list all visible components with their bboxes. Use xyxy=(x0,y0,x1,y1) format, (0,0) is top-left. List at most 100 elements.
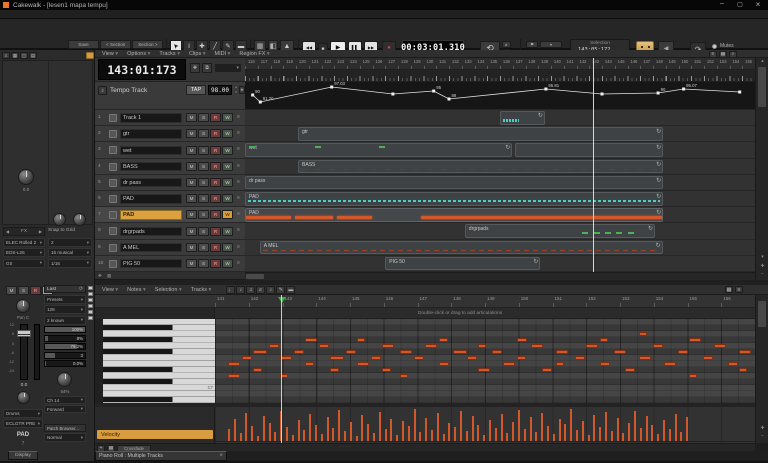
send2-knob[interactable] xyxy=(73,213,86,226)
velocity-bar[interactable] xyxy=(263,416,265,441)
track-6-w-button[interactable]: W xyxy=(222,194,233,203)
velocity-bar[interactable] xyxy=(390,419,392,441)
tempo-node[interactable] xyxy=(391,93,394,96)
velocity-bar[interactable] xyxy=(605,412,607,441)
track-2-s-button[interactable]: S xyxy=(198,129,209,138)
velocity-bar[interactable] xyxy=(356,436,358,441)
midi-note[interactable] xyxy=(371,356,381,361)
midi-note[interactable] xyxy=(664,362,676,367)
track-3-s-button[interactable]: S xyxy=(198,146,209,155)
velocity-bar[interactable] xyxy=(530,417,532,441)
inspector-m-button[interactable]: M xyxy=(6,286,17,295)
velocity-bar[interactable] xyxy=(425,418,427,441)
velocity-bar[interactable] xyxy=(332,428,334,441)
tv-menu-clips[interactable]: Clips ▾ xyxy=(189,51,206,57)
inspector-r-button[interactable]: R xyxy=(30,286,41,295)
midi-note[interactable] xyxy=(425,344,437,349)
prv-list-icon[interactable]: ≡ xyxy=(735,286,743,293)
dock-square[interactable] xyxy=(88,286,93,290)
midi-note[interactable] xyxy=(600,362,610,367)
prv-vscroll-thumb[interactable] xyxy=(758,301,766,327)
velocity-bar[interactable] xyxy=(414,409,416,441)
track-lane-7[interactable]: PAD↻ xyxy=(245,207,755,223)
track-header-1[interactable]: 1Track 1MSRW≡ xyxy=(95,110,245,126)
midi-note[interactable] xyxy=(478,344,486,349)
midi-note[interactable] xyxy=(739,350,751,355)
velocity-bar[interactable] xyxy=(379,412,381,441)
track-5-w-button[interactable]: W xyxy=(222,178,233,187)
midi-note[interactable] xyxy=(614,350,626,355)
velocity-bar[interactable] xyxy=(402,421,404,441)
tv-menu-options[interactable]: Options ▾ xyxy=(127,51,150,57)
velocity-bar[interactable] xyxy=(501,414,503,441)
track-lane-10[interactable]: PIG 50↻ xyxy=(245,256,755,272)
track-lane-4[interactable]: BASS↻ xyxy=(245,159,755,175)
velocity-bar[interactable] xyxy=(680,432,682,441)
velocity-bar[interactable] xyxy=(559,419,561,441)
velocity-bar[interactable] xyxy=(686,417,688,441)
prv-menu-tracks[interactable]: Tracks ▾ xyxy=(191,287,212,293)
pianoroll-view-tab[interactable]: Piano Roll : Multiple Tracks × xyxy=(95,451,227,461)
midi-note[interactable] xyxy=(305,338,317,343)
track-editfilter-icon[interactable]: ≡ xyxy=(237,195,240,201)
track-1-w-button[interactable]: W xyxy=(222,113,233,122)
tv-hscroll-thumb[interactable] xyxy=(246,274,264,279)
tempo-node[interactable] xyxy=(251,94,254,97)
velocity-bar[interactable] xyxy=(495,428,497,441)
track-name-field[interactable]: PIG 50 xyxy=(120,259,182,269)
track-editfilter-icon[interactable]: ≡ xyxy=(237,114,240,120)
prv-note-tool-icon-5[interactable]: ✎ xyxy=(276,286,285,294)
prv-note-tool-icon-0[interactable]: ♩ xyxy=(226,286,235,294)
track-header-5[interactable]: 5dr passMSRW≡ xyxy=(95,175,245,191)
midi-note[interactable] xyxy=(269,344,279,349)
track-7-w-button[interactable]: W xyxy=(222,210,233,219)
velocity-bar[interactable] xyxy=(303,430,305,441)
velocity-bar[interactable] xyxy=(274,432,276,441)
velocity-bar[interactable] xyxy=(646,416,648,441)
velocity-bar[interactable] xyxy=(269,423,271,441)
track-10-r-button[interactable]: R xyxy=(210,259,221,268)
tv-list-icon[interactable]: ≡ xyxy=(709,51,717,58)
velocity-bar[interactable] xyxy=(506,433,508,441)
inspector-header-icon-0[interactable]: ≡ xyxy=(2,52,10,59)
echo-dropdown[interactable]: Forward▾ xyxy=(44,405,86,413)
velocity-bar[interactable] xyxy=(350,422,352,441)
midi-note[interactable] xyxy=(357,362,369,367)
tv-vscroll-thumb[interactable] xyxy=(758,67,766,107)
clip[interactable]: drgrpads↻ xyxy=(465,224,655,238)
velocity-bar[interactable] xyxy=(472,416,474,441)
tv-zoom-out-icon[interactable]: − xyxy=(756,271,768,277)
velocity-bar[interactable] xyxy=(292,435,294,441)
track-name-field[interactable]: PAD xyxy=(120,194,182,204)
track-lane-2[interactable]: gtr↻ xyxy=(245,126,755,142)
track-7-r-button[interactable]: R xyxy=(210,210,221,219)
send1-knob[interactable] xyxy=(53,213,66,226)
track-4-w-button[interactable]: W xyxy=(222,162,233,171)
inspector-s-button[interactable]: S xyxy=(18,286,29,295)
velocity-bar[interactable] xyxy=(524,429,526,441)
track-7-s-button[interactable]: S xyxy=(198,210,209,219)
tempo-node[interactable] xyxy=(259,101,262,104)
velocity-bar[interactable] xyxy=(315,425,317,441)
tempo-value-field[interactable]: 98.00 xyxy=(208,85,232,95)
inspector-dropdown-2[interactable]: Gtr▾ xyxy=(3,259,45,268)
midi-note[interactable] xyxy=(305,362,314,367)
tv-scroll-up-icon[interactable]: ▴ xyxy=(756,58,768,64)
close-button[interactable]: × xyxy=(750,0,766,10)
fx-next-icon[interactable]: ▶ xyxy=(39,229,42,234)
midi-note[interactable] xyxy=(439,338,448,343)
velocity-bar[interactable] xyxy=(518,410,520,441)
velocity-lane-chip[interactable]: Velocity xyxy=(97,430,213,439)
velocity-bar[interactable] xyxy=(564,424,566,441)
dock-square[interactable] xyxy=(88,298,93,302)
track-1-r-button[interactable]: R xyxy=(210,113,221,122)
tempo-node[interactable] xyxy=(601,93,604,96)
fx-prev-icon[interactable]: ◀ xyxy=(6,229,9,234)
velocity-bar[interactable] xyxy=(257,436,259,441)
track-name-field[interactable]: drgrpads xyxy=(120,227,182,237)
track-2-m-button[interactable]: M xyxy=(186,129,197,138)
track-5-s-button[interactable]: S xyxy=(198,178,209,187)
velocity-bar[interactable] xyxy=(437,413,439,441)
track-editfilter-icon[interactable]: ≡ xyxy=(237,163,240,169)
midi-note[interactable] xyxy=(319,344,329,349)
